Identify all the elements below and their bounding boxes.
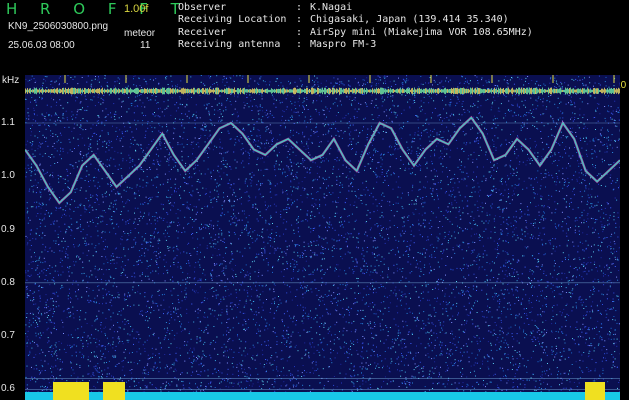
y-tick-label: 0.8 xyxy=(1,276,15,288)
meteor-label: meteor xyxy=(124,28,156,39)
meteor-count: 11 xyxy=(140,40,151,51)
datetime-label: 25.06.03 08:00 xyxy=(8,40,75,51)
spectrogram-plot xyxy=(25,75,620,400)
y-tick-label: 1.0 xyxy=(1,170,15,182)
y-tick-label: 1.1 xyxy=(1,116,15,128)
filename-label: KN9_2506030800.png xyxy=(8,21,109,32)
y-tick-label: 0.6 xyxy=(1,383,15,395)
header-panel: H R O F F T 1.00f KN9_2506030800.png 25.… xyxy=(0,0,629,75)
version-label: 1.00f xyxy=(124,3,149,15)
app-title: H R O F F T xyxy=(6,0,189,18)
metadata-block: Observer: K.Nagai Receiving Location: Chig… xyxy=(178,2,533,52)
y-tick-label: 0.9 xyxy=(1,223,15,235)
meta-row-antenna: Receiving antenna: Maspro FM-3 xyxy=(178,39,377,51)
y-tick-label: 0.7 xyxy=(1,330,15,342)
y-axis: 1.1 1.0 0.9 0.8 0.7 0.6 xyxy=(0,75,25,400)
meta-row-receiver: Receiver: AirSpy mini (Miakejima VOR 108.… xyxy=(178,26,533,38)
meta-row-location: Receiving Location: Chigasaki, Japan (139… xyxy=(178,14,509,26)
meta-row-observer: Observer: K.Nagai xyxy=(178,2,353,13)
